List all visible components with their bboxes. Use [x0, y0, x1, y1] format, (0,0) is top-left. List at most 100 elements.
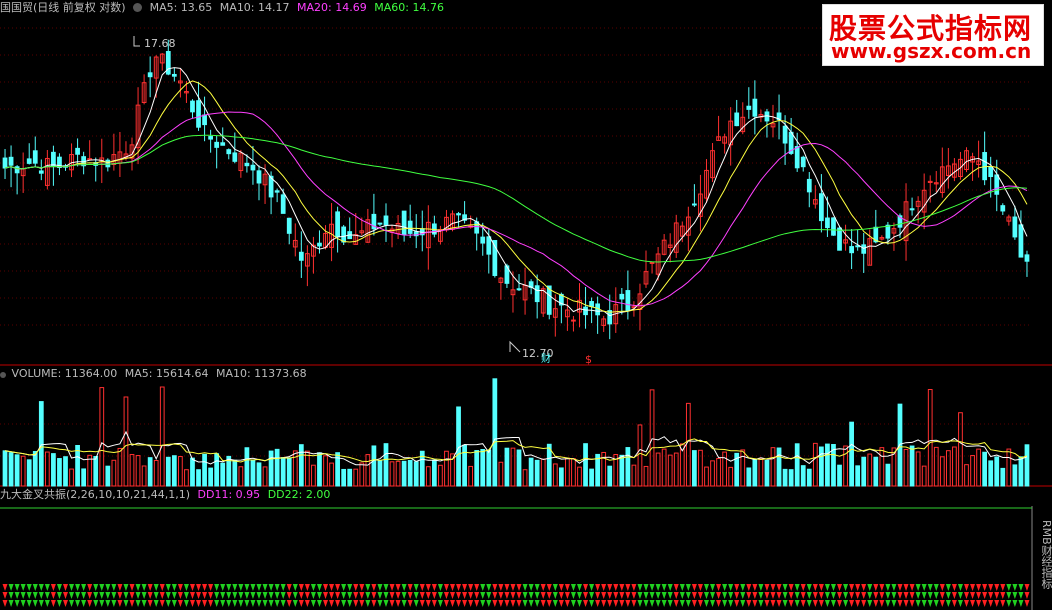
- signal-arrow: [921, 584, 927, 591]
- signal-arrow: [383, 592, 389, 599]
- signal-arrow: [462, 600, 468, 607]
- volume-bar: [746, 467, 752, 487]
- candle-body: [51, 151, 56, 167]
- volume-bar: [939, 456, 945, 487]
- signal-arrow: [425, 592, 431, 599]
- volume-bar: [274, 448, 280, 487]
- signal-arrow: [770, 584, 776, 591]
- signal-arrow: [697, 592, 703, 599]
- signal-arrow: [171, 584, 177, 591]
- volume-settings-dot-icon[interactable]: [0, 372, 6, 378]
- volume-bar: [619, 454, 625, 487]
- signal-arrow: [552, 584, 558, 591]
- signal-arrow: [129, 600, 135, 607]
- signal-arrow: [576, 584, 582, 591]
- signal-arrow: [431, 600, 437, 607]
- signal-arrow: [159, 584, 165, 591]
- signal-arrow: [625, 584, 631, 591]
- candle-body: [861, 244, 867, 254]
- signal-arrow: [56, 592, 62, 599]
- volume-bar: [75, 444, 80, 487]
- volume-bar: [51, 453, 56, 487]
- signal-arrow: [873, 584, 879, 591]
- volume-bar: [498, 461, 504, 487]
- signal-arrow: [202, 584, 208, 591]
- signal-arrow: [673, 584, 679, 591]
- signal-arrow: [933, 600, 939, 607]
- signal-arrow: [661, 584, 667, 591]
- signal-arrow: [377, 584, 383, 591]
- volume-bar: [704, 466, 709, 487]
- signal-arrow: [1024, 600, 1030, 607]
- signal-arrow: [492, 592, 498, 599]
- volume-bar: [238, 466, 244, 487]
- signal-arrow: [292, 592, 298, 599]
- candle-body: [486, 236, 492, 255]
- signal-arrow: [679, 584, 685, 591]
- signal-arrow: [982, 592, 988, 599]
- signal-arrow: [335, 584, 341, 591]
- signal-arrow: [159, 600, 165, 607]
- kline-chart-canvas[interactable]: [0, 0, 1052, 610]
- signal-arrow: [957, 592, 963, 599]
- candle-body: [250, 164, 256, 171]
- finance-marker[interactable]: 财: [541, 353, 551, 367]
- signal-arrow: [274, 592, 280, 599]
- signal-arrow: [1000, 592, 1006, 599]
- volume-bar: [431, 459, 437, 487]
- volume-bar: [964, 464, 969, 487]
- signal-arrow: [776, 592, 782, 599]
- signal-arrow: [752, 584, 758, 591]
- signal-arrow: [540, 600, 546, 607]
- candle-body: [571, 319, 576, 322]
- signal-arrow: [716, 584, 722, 591]
- settings-dot-icon[interactable]: [133, 3, 143, 12]
- high-price-label: 17.68: [144, 37, 176, 50]
- volume-bar: [268, 450, 274, 487]
- signal-arrow: [679, 592, 685, 599]
- volume-bar: [782, 468, 788, 487]
- side-vertical-text: RMB财经指标: [1040, 520, 1052, 589]
- signal-arrow: [770, 592, 776, 599]
- candle-body: [625, 290, 631, 312]
- signal-arrow: [189, 592, 195, 599]
- volume-bar: [87, 454, 93, 487]
- dividend-marker[interactable]: $: [585, 353, 592, 367]
- volume-bar: [486, 449, 492, 487]
- signal-arrow: [189, 584, 195, 591]
- volume-bar: [522, 469, 528, 487]
- volume-bar: [728, 466, 734, 487]
- signal-arrow: [933, 592, 939, 599]
- signal-arrow: [988, 600, 994, 607]
- signal-arrow: [44, 592, 50, 599]
- volume-bar: [383, 443, 389, 487]
- signal-arrow: [552, 600, 558, 607]
- signal-arrow: [1012, 600, 1018, 607]
- volume-bar: [806, 468, 812, 487]
- volume-bar: [93, 456, 99, 487]
- volume-bar: [873, 456, 879, 487]
- signal-arrow: [625, 600, 631, 607]
- candle-body: [1000, 205, 1006, 212]
- volume-bar: [413, 461, 419, 487]
- volume-bar: [171, 455, 177, 487]
- signal-arrow: [601, 592, 607, 599]
- volume-bar: [32, 451, 38, 487]
- signal-arrow: [93, 592, 99, 599]
- signal-arrow: [401, 592, 407, 599]
- signal-arrow: [183, 600, 189, 607]
- volume-bar: [994, 456, 1000, 487]
- volume-bar: [692, 450, 697, 487]
- signal-arrow: [994, 584, 1000, 591]
- signal-arrow: [752, 600, 758, 607]
- volume-bar: [552, 463, 558, 487]
- signal-arrow: [558, 584, 564, 591]
- signal-arrow: [830, 600, 836, 607]
- signal-arrow: [407, 592, 413, 599]
- volume-bar: [607, 465, 613, 487]
- signal-arrow: [758, 600, 764, 607]
- signal-arrow: [601, 584, 607, 591]
- signal-arrow: [570, 584, 576, 591]
- signal-arrow: [310, 584, 316, 591]
- candle-body: [208, 136, 213, 140]
